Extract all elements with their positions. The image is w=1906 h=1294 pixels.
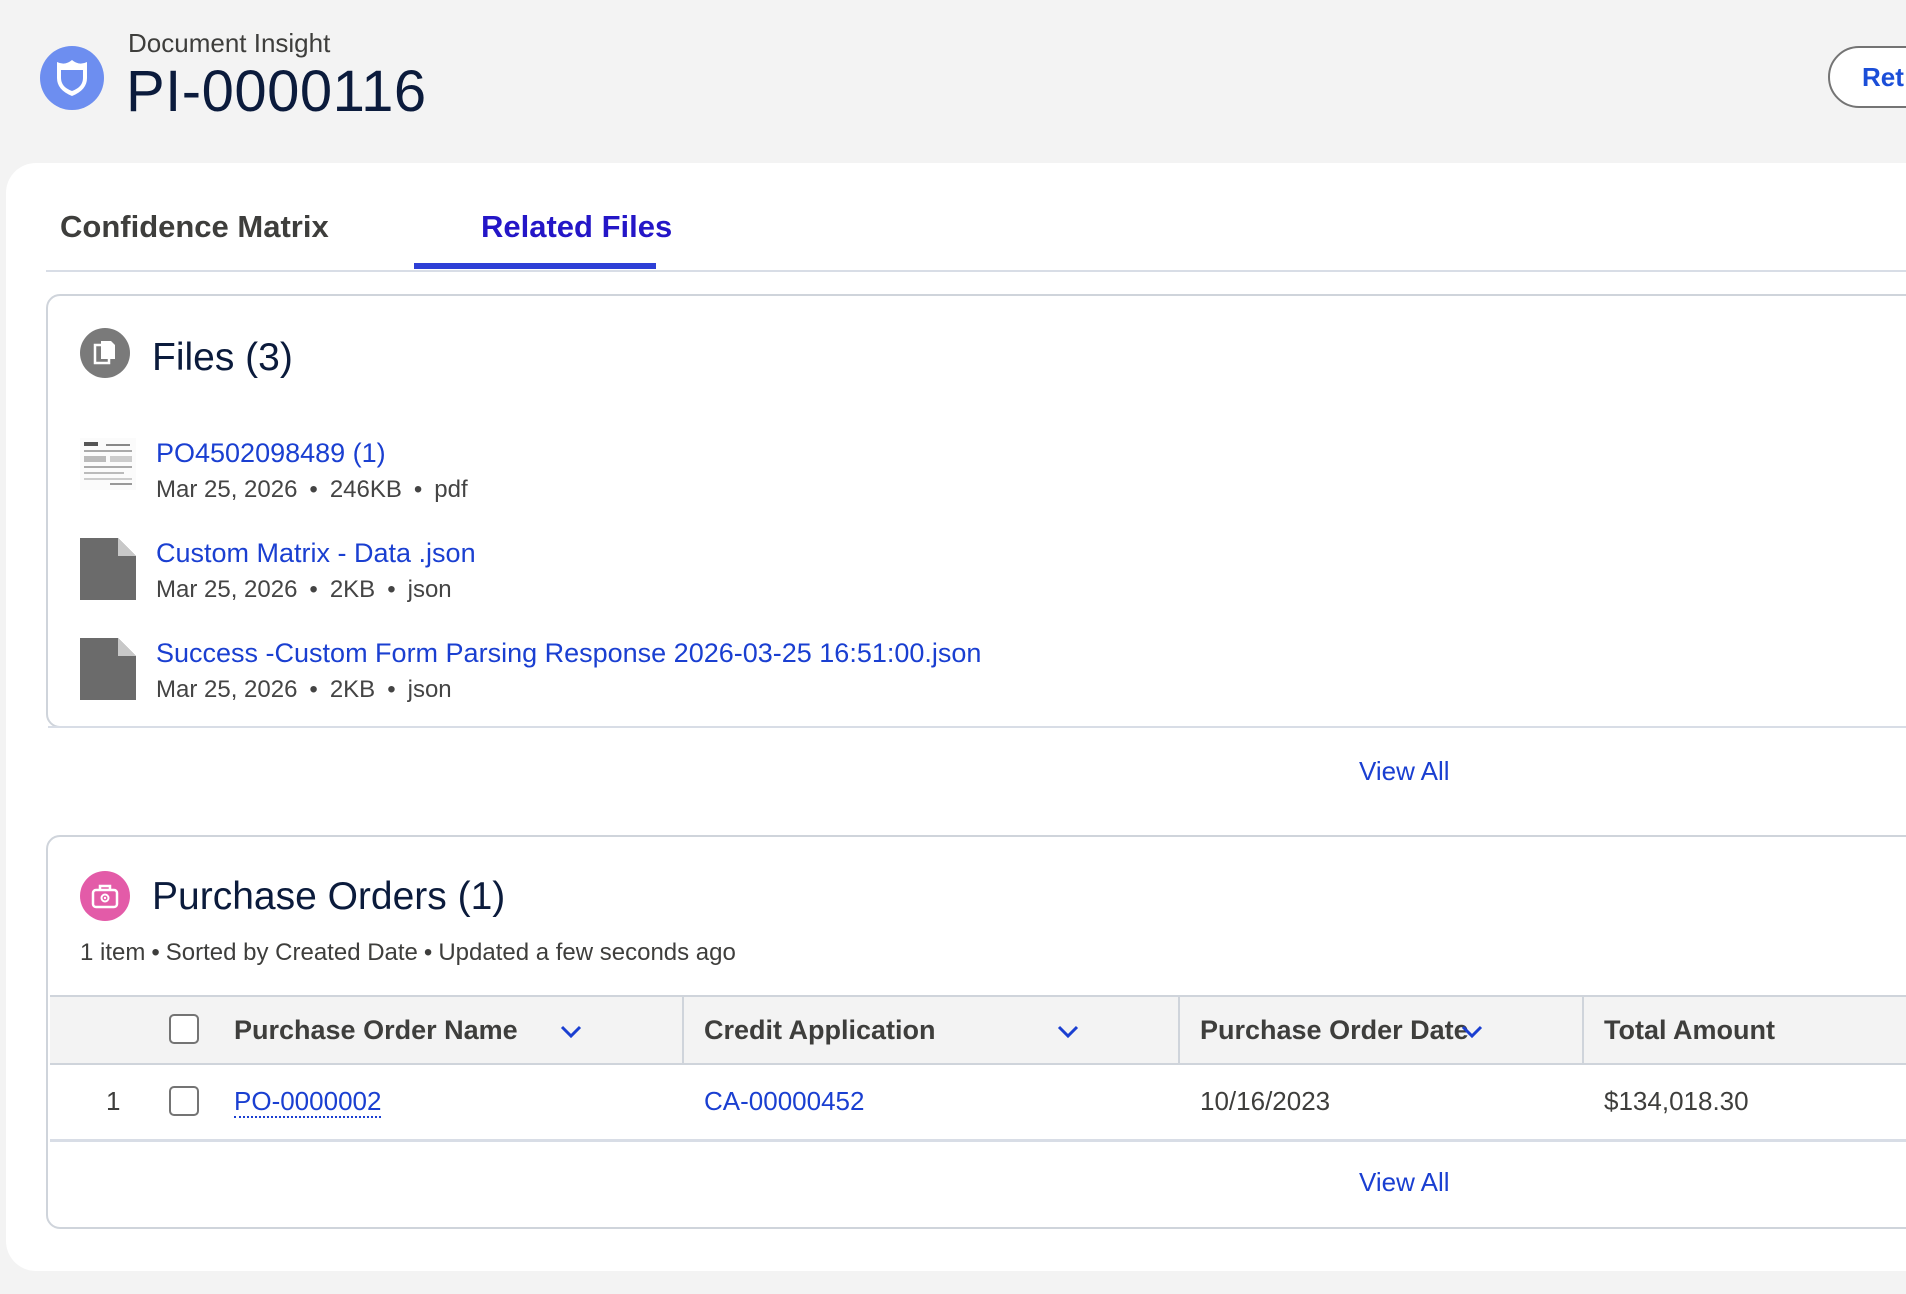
tab-bar: Confidence Matrix Related Files: [46, 163, 1906, 272]
files-card-footer: [48, 726, 1906, 728]
purchase-orders-card: Purchase Orders (1) 1 item • Sorted by Cre…: [46, 835, 1906, 1229]
file-meta: Mar 25, 2026 • 246KB • pdf: [156, 476, 468, 503]
record-header: Document Insight PI-0000116 Ret: [0, 0, 1906, 160]
file-type: json: [407, 576, 452, 603]
purchase-order-name[interactable]: PO-0000002: [234, 1086, 382, 1118]
file-size: 246KB: [329, 476, 402, 503]
file-link[interactable]: PO4502098489 (1): [156, 438, 386, 469]
column-divider[interactable]: [1178, 997, 1180, 1063]
file-date: Mar 25, 2026: [156, 676, 298, 703]
purchase-orders-view-all-link[interactable]: View All: [1359, 1167, 1450, 1198]
column-divider[interactable]: [682, 997, 684, 1063]
tab-confidence-matrix[interactable]: Confidence Matrix: [60, 209, 329, 245]
file-item: Success -Custom Form Parsing Response 20…: [48, 638, 1248, 718]
file-icon: [80, 638, 136, 700]
purchase-order-link[interactable]: PO-0000002: [234, 1063, 382, 1139]
column-header-total-amount[interactable]: Total Amount: [1604, 997, 1775, 1063]
column-header-purchase-order-name[interactable]: Purchase Order Name: [234, 997, 518, 1063]
chevron-down-icon[interactable]: [1056, 1019, 1080, 1043]
credit-application-link[interactable]: CA-00000452: [704, 1063, 864, 1139]
file-date: Mar 25, 2026: [156, 476, 298, 503]
file-type: pdf: [434, 476, 468, 503]
list-meta: 1 item • Sorted by Created Date • Updated a …: [80, 939, 736, 966]
files-icon: [80, 328, 130, 378]
file-icon: [80, 538, 136, 600]
active-tab-indicator: [414, 263, 656, 269]
file-item: PO4502098489 (1) Mar 25, 2026 • 246KB • pdf: [48, 438, 1248, 518]
chevron-down-icon[interactable]: [1460, 1019, 1484, 1043]
tab-related-files[interactable]: Related Files: [481, 209, 672, 245]
file-size: 2KB: [329, 576, 376, 603]
file-link[interactable]: Success -Custom Form Parsing Response 20…: [156, 638, 981, 669]
file-type: json: [407, 676, 452, 703]
column-header-purchase-order-date[interactable]: Purchase Order Date: [1200, 997, 1469, 1063]
object-label: Document Insight: [128, 28, 331, 58]
purchase-orders-card-title: Purchase Orders (1): [152, 875, 506, 918]
updated-info: Updated a few seconds ago: [438, 939, 736, 966]
file-date: Mar 25, 2026: [156, 576, 298, 603]
header-action-button[interactable]: Ret: [1828, 46, 1906, 108]
page-title: PI-0000116: [126, 59, 427, 124]
sort-info: Sorted by Created Date: [165, 939, 418, 966]
briefcase-icon: [80, 871, 130, 921]
file-meta: Mar 25, 2026 • 2KB • json: [156, 576, 452, 603]
item-count: 1 item: [80, 939, 146, 966]
files-card: Files (3) PO4502098489 (1) Mar 25, 2026 …: [46, 294, 1906, 786]
table-header: Purchase Order Name Credit Application P…: [50, 995, 1906, 1065]
row-checkbox[interactable]: [169, 1086, 199, 1116]
row-number: 1: [106, 1086, 121, 1116]
main-panel: Confidence Matrix Related Files Files (3…: [6, 163, 1906, 1271]
files-view-all-link[interactable]: View All: [1359, 756, 1450, 787]
select-all-checkbox[interactable]: [169, 1014, 199, 1044]
file-meta: Mar 25, 2026 • 2KB • json: [156, 676, 452, 703]
file-item: Custom Matrix - Data .json Mar 25, 2026 •…: [48, 538, 1248, 618]
total-amount: $134,018.30: [1604, 1086, 1749, 1116]
column-divider[interactable]: [1582, 997, 1584, 1063]
column-header-credit-application[interactable]: Credit Application: [704, 997, 936, 1063]
file-size: 2KB: [329, 676, 376, 703]
pdf-thumbnail: [80, 438, 136, 500]
shield-icon: [40, 46, 104, 110]
purchase-order-date: 10/16/2023: [1200, 1086, 1331, 1116]
table-row: 1 PO-0000002 CA-00000452 10/16/2023 $134…: [50, 1063, 1906, 1142]
chevron-down-icon[interactable]: [559, 1019, 583, 1043]
files-card-title: Files (3): [152, 336, 293, 379]
file-link[interactable]: Custom Matrix - Data .json: [156, 538, 476, 569]
